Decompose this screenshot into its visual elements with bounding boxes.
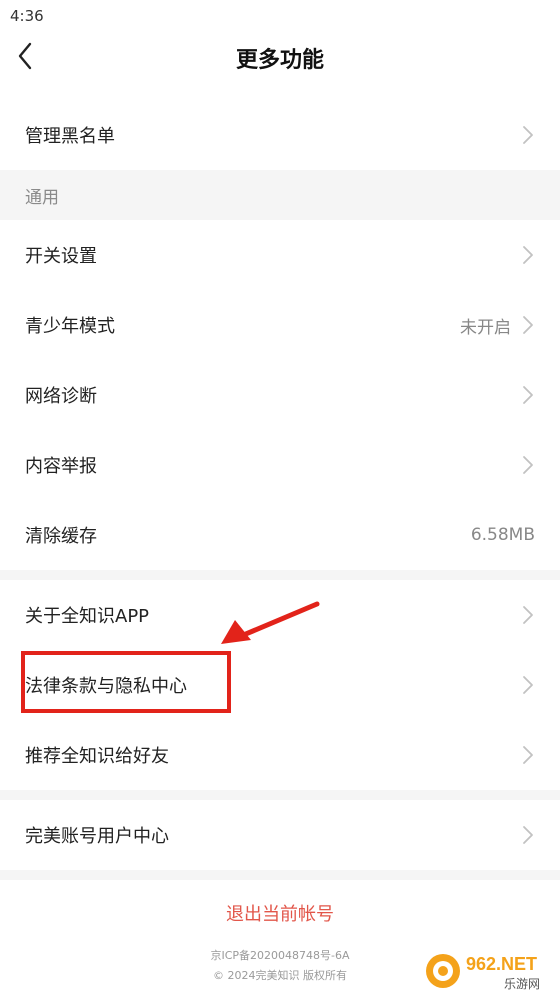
watermark-site: 乐游网 — [504, 977, 540, 991]
row-label: 开关设置 — [25, 246, 97, 267]
row-recommend[interactable]: 推荐全知识给好友 — [0, 720, 560, 790]
section-label: 通用 — [25, 187, 59, 208]
chevron-right-icon — [521, 825, 535, 845]
nav-bar: 更多功能 — [0, 32, 560, 82]
chevron-right-icon — [521, 745, 535, 765]
chevron-right-icon — [521, 385, 535, 405]
red-arrow-icon — [221, 601, 320, 644]
chevron-right-icon — [521, 245, 535, 265]
chevron-right-icon — [521, 125, 535, 145]
cache-size: 6.58MB — [470, 525, 535, 545]
highlight-box — [21, 651, 231, 713]
screen: 4:36 更多功能 管理黑名单 通用 开关设置 青少年模式 未开启 网络诊断 内… — [0, 0, 560, 996]
row-clear-cache[interactable]: 清除缓存 6.58MB — [0, 500, 560, 570]
row-label: 内容举报 — [25, 456, 97, 477]
row-label: 网络诊断 — [25, 386, 97, 407]
section-divider — [0, 870, 560, 880]
row-account-center[interactable]: 完美账号用户中心 — [0, 800, 560, 870]
row-teen-mode[interactable]: 青少年模式 未开启 — [0, 290, 560, 360]
chevron-right-icon — [521, 675, 535, 695]
row-switch-settings[interactable]: 开关设置 — [0, 220, 560, 290]
row-content-report[interactable]: 内容举报 — [0, 430, 560, 500]
row-label: 清除缓存 — [25, 526, 97, 547]
row-label: 推荐全知识给好友 — [25, 746, 169, 767]
row-label: 管理黑名单 — [25, 126, 115, 147]
row-blacklist[interactable]: 管理黑名单 — [0, 100, 560, 170]
row-network-diagnosis[interactable]: 网络诊断 — [0, 360, 560, 430]
page-title: 更多功能 — [235, 48, 324, 73]
section-divider — [0, 790, 560, 800]
row-label: 完美账号用户中心 — [25, 826, 169, 847]
section-header-general: 通用 — [0, 170, 560, 220]
status-time: 4:36 — [10, 7, 44, 25]
status-bar: 4:36 — [0, 0, 560, 32]
chevron-right-icon — [521, 315, 535, 335]
chevron-right-icon — [521, 455, 535, 475]
section-divider — [0, 570, 560, 580]
chevron-right-icon — [521, 605, 535, 625]
watermark-brand: 962.NET — [466, 954, 537, 974]
watermark-logo: 962.NET 乐游网 — [426, 954, 540, 991]
logout-button[interactable]: 退出当前帐号 — [226, 900, 334, 926]
logout-area: 退出当前帐号 — [0, 880, 560, 946]
teen-mode-status: 未开启 — [460, 317, 511, 338]
row-label: 青少年模式 — [25, 316, 115, 337]
